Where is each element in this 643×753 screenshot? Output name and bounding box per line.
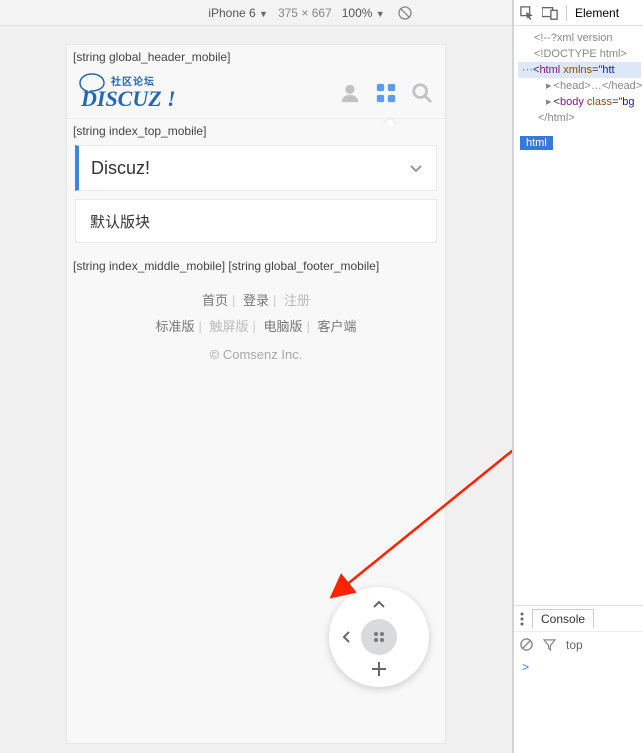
section-label: 默认版块	[90, 211, 150, 232]
footer-login[interactable]: 登录	[243, 293, 269, 308]
code-line: <!--?xml version	[518, 30, 641, 46]
nav-left-button[interactable]	[333, 623, 361, 651]
viewport-height[interactable]: 667	[312, 6, 332, 20]
inspect-icon[interactable]	[520, 6, 534, 20]
nav-dpad	[329, 587, 429, 687]
clear-icon[interactable]	[520, 638, 533, 651]
breadcrumb-html[interactable]: html	[520, 136, 553, 150]
kebab-icon[interactable]	[520, 612, 524, 626]
forum-selector-label: Discuz!	[91, 158, 150, 179]
mobile-header: 社区论坛 DISCUZ !	[67, 67, 445, 119]
forum-selector[interactable]: Discuz!	[75, 145, 437, 191]
code-line[interactable]: ▸<head>…</head>	[518, 78, 641, 94]
console-tabbar: Console	[514, 605, 643, 631]
tab-caret-icon	[383, 118, 397, 125]
code-line[interactable]: ▸<body class="bg	[518, 94, 641, 110]
footer-links: 首页| 登录| 注册 标准版| 触屏版| 电脑版| 客户端 © Comsenz …	[67, 288, 445, 368]
chevron-down-icon	[408, 160, 424, 176]
device-select[interactable]: iPhone 6 ▼	[208, 6, 268, 20]
forum-section-item[interactable]: 默认版块	[75, 199, 437, 243]
footer-standard[interactable]: 标准版	[155, 319, 194, 334]
context-select[interactable]: top	[566, 638, 583, 652]
footer-home[interactable]: 首页	[202, 293, 228, 308]
devtools-toolbar: Element	[514, 0, 643, 26]
devtools-panel: Element <!--?xml version <!DOCTYPE html>…	[512, 0, 643, 753]
zoom-select[interactable]: 100% ▼	[342, 6, 385, 20]
apps-grid-icon[interactable]	[375, 82, 397, 104]
copyright: © Comsenz Inc.	[67, 342, 445, 368]
hook-global-header: [string global_header_mobile]	[67, 45, 445, 67]
nav-center-button[interactable]	[361, 619, 397, 655]
logo-bubble-icon	[79, 73, 105, 95]
search-icon[interactable]	[411, 82, 433, 104]
user-icon[interactable]	[339, 82, 361, 104]
console-prompt[interactable]: >	[514, 657, 643, 679]
device-toggle-icon[interactable]	[542, 6, 558, 20]
footer-pc[interactable]: 电脑版	[264, 319, 303, 334]
hook-middle-footer: [string index_middle_mobile] [string glo…	[67, 251, 445, 276]
console-filterbar: top	[514, 631, 643, 657]
footer-register[interactable]: 注册	[284, 293, 310, 308]
rotate-icon[interactable]	[395, 5, 415, 21]
mobile-viewport: [string global_header_mobile] 社区论坛 DISCU…	[66, 44, 446, 744]
tab-console[interactable]: Console	[532, 609, 594, 628]
nav-up-button[interactable]	[365, 591, 393, 619]
preview-pane: [string global_header_mobile] 社区论坛 DISCU…	[0, 26, 512, 753]
footer-touch[interactable]: 触屏版	[209, 319, 248, 334]
nav-down-button[interactable]	[365, 655, 393, 683]
dom-tree[interactable]: <!--?xml version <!DOCTYPE html> ⋯<html …	[514, 26, 643, 130]
code-line: </html>	[518, 110, 641, 126]
viewport-width[interactable]: 375	[278, 6, 298, 20]
code-line-selected[interactable]: ⋯<html xmlns="htt	[518, 62, 641, 78]
filter-icon[interactable]	[543, 638, 556, 651]
tab-elements[interactable]: Element	[575, 6, 619, 20]
code-line: <!DOCTYPE html>	[518, 46, 641, 62]
footer-client[interactable]: 客户端	[318, 319, 357, 334]
